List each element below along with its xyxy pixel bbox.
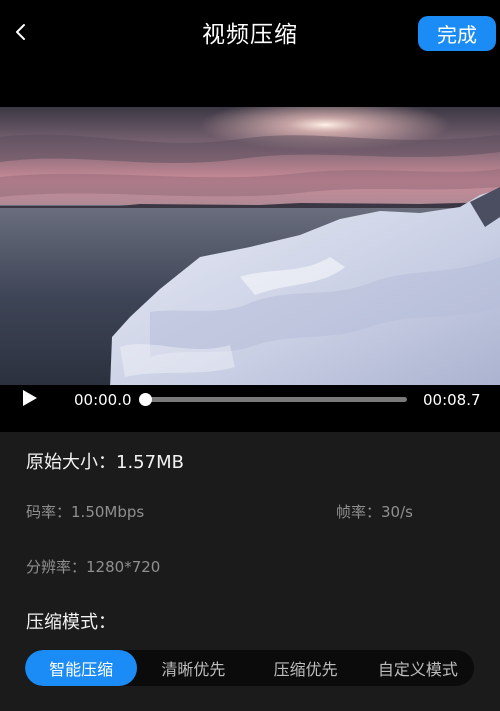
resolution: 分辨率：1280*720 — [26, 556, 160, 577]
done-button[interactable]: 完成 — [418, 16, 496, 51]
mode-compression-first[interactable]: 压缩优先 — [250, 650, 362, 686]
seek-thumb[interactable] — [139, 393, 152, 406]
back-button[interactable] — [6, 16, 36, 48]
frame-rate-value: 30/s — [381, 503, 413, 521]
video-frame-image — [0, 107, 500, 389]
bitrate: 码率：1.50Mbps — [26, 501, 144, 522]
original-size-value: 1.57MB — [116, 452, 184, 473]
compression-mode-selector: 智能压缩 清晰优先 压缩优先 自定义模式 — [25, 650, 474, 686]
mode-clarity-first[interactable]: 清晰优先 — [137, 650, 249, 686]
play-button[interactable] — [22, 385, 44, 411]
bitrate-value: 1.50Mbps — [71, 503, 145, 521]
frame-rate: 帧率：30/s — [336, 501, 413, 522]
seek-bar[interactable] — [144, 397, 407, 402]
video-info-panel: 原始大小：1.57MB 码率：1.50Mbps 帧率：30/s 分辨率：1280… — [0, 432, 500, 711]
play-icon — [23, 390, 37, 406]
total-time: 00:08.7 — [423, 391, 481, 409]
chevron-left-icon — [16, 24, 25, 40]
video-preview[interactable] — [0, 107, 500, 389]
resolution-value: 1280*720 — [86, 558, 161, 576]
bitrate-label: 码率： — [26, 503, 72, 521]
resolution-label: 分辨率： — [26, 558, 87, 576]
original-size: 原始大小：1.57MB — [26, 448, 184, 474]
compression-mode-label: 压缩模式： — [26, 612, 116, 633]
video-compress-screen: 视频压缩 完成 00:00.0 00:08.7 原始大小：1.57MB 码率：1… — [0, 0, 500, 711]
top-bar: 视频压缩 完成 — [0, 0, 500, 68]
player-controls: 00:00.0 00:08.7 — [0, 385, 500, 417]
original-size-label: 原始大小： — [26, 452, 116, 473]
frame-rate-label: 帧率： — [336, 503, 382, 521]
mode-smart[interactable]: 智能压缩 — [25, 650, 138, 686]
mode-custom[interactable]: 自定义模式 — [362, 650, 474, 686]
current-time: 00:00.0 — [74, 391, 132, 409]
